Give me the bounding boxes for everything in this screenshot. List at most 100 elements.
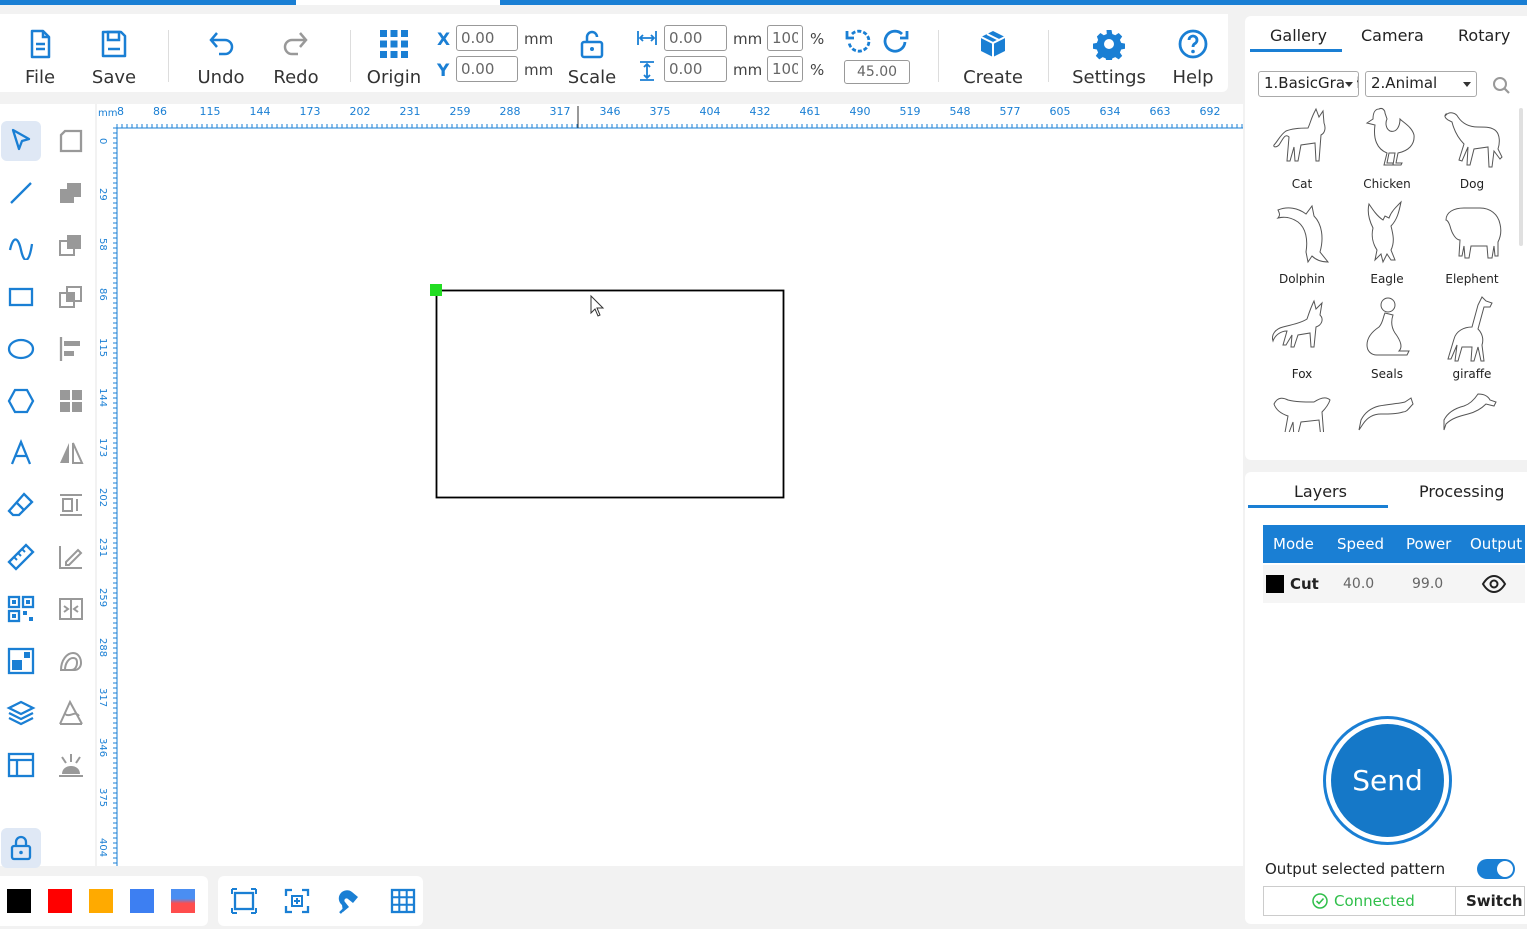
- switch-button[interactable]: Switch: [1466, 892, 1523, 910]
- path-tool[interactable]: [51, 693, 91, 733]
- layers-tool[interactable]: [1, 693, 41, 733]
- layer-color-box[interactable]: [1266, 575, 1284, 593]
- subtract-tool[interactable]: [51, 225, 91, 265]
- tab-camera[interactable]: Camera: [1361, 26, 1424, 45]
- rectangle-tool[interactable]: [1, 277, 41, 317]
- x-position-input[interactable]: [456, 25, 518, 51]
- laser-tool[interactable]: [51, 745, 91, 785]
- align-left-tool[interactable]: [51, 329, 91, 369]
- intersect-tool[interactable]: [51, 277, 91, 317]
- ellipse-tool[interactable]: [1, 329, 41, 369]
- color-swatch-red[interactable]: [48, 889, 72, 913]
- file-button[interactable]: File: [14, 14, 66, 92]
- ruler-tick-label: 86: [97, 288, 108, 301]
- measure-tool[interactable]: [1, 537, 41, 577]
- horse-running-silhouette-icon: [1443, 393, 1497, 431]
- category-select[interactable]: 1.BasicGraphic: [1258, 71, 1359, 97]
- gallery-item-chicken[interactable]: Chicken: [1347, 105, 1427, 197]
- grid-toggle-icon[interactable]: [389, 887, 417, 915]
- width-input[interactable]: [664, 25, 727, 51]
- ruler-tick-label: 288: [97, 638, 108, 657]
- height-percent-input[interactable]: [767, 56, 803, 82]
- subcategory-select[interactable]: 2.Animal: [1365, 71, 1477, 97]
- mirror-tool[interactable]: [51, 433, 91, 473]
- color-swatch-black[interactable]: [7, 889, 31, 913]
- create-button[interactable]: Create: [962, 14, 1024, 92]
- undo-label: Undo: [197, 67, 245, 88]
- color-swatch-gradient[interactable]: [171, 889, 195, 913]
- gallery-item-horse-3[interactable]: [1432, 390, 1512, 432]
- origin-button[interactable]: Origin: [366, 14, 422, 92]
- ruler-tick-label: 259: [450, 105, 471, 118]
- fit-page-icon[interactable]: [230, 887, 258, 915]
- gallery-item-elephent[interactable]: Elephent: [1432, 200, 1512, 292]
- magnet-snap-icon[interactable]: [336, 887, 364, 915]
- image-tool[interactable]: [1, 641, 41, 681]
- node-edit-tool[interactable]: [51, 121, 91, 161]
- y-position-input[interactable]: [456, 56, 518, 82]
- gallery-item-giraffe[interactable]: giraffe: [1432, 295, 1512, 387]
- giraffe-silhouette-icon: [1447, 296, 1493, 362]
- tab-layers[interactable]: Layers: [1294, 482, 1347, 501]
- save-button[interactable]: Save: [88, 14, 140, 92]
- layers-stack-icon: [6, 700, 36, 726]
- line-tool[interactable]: [1, 173, 41, 213]
- drawn-rectangle[interactable]: [435, 289, 785, 499]
- select-tool[interactable]: [1, 121, 41, 161]
- center-align-tool[interactable]: [51, 589, 91, 629]
- origin-label: Origin: [366, 67, 422, 88]
- gallery-item-dog[interactable]: Dog: [1432, 105, 1512, 197]
- text-tool[interactable]: [1, 433, 41, 473]
- offset-tool[interactable]: [51, 641, 91, 681]
- fit-selection-icon[interactable]: [283, 887, 311, 915]
- gallery-item-cat[interactable]: Cat: [1262, 105, 1342, 197]
- origin-grid-icon: [380, 30, 408, 58]
- redo-button[interactable]: Redo: [270, 14, 322, 92]
- ruler-tick-label: 634: [1100, 105, 1121, 118]
- qrcode-tool[interactable]: [1, 589, 41, 629]
- gallery-item-horse-2[interactable]: [1347, 390, 1427, 432]
- send-button[interactable]: Send: [1323, 716, 1452, 845]
- rotate-cw-icon[interactable]: [882, 28, 910, 56]
- gallery-item-dolphin[interactable]: Dolphin: [1262, 200, 1342, 292]
- scale-lock-button[interactable]: Scale: [566, 14, 618, 92]
- gallery-item-fox[interactable]: Fox: [1262, 295, 1342, 387]
- gallery-scrollbar[interactable]: [1519, 108, 1523, 246]
- height-input[interactable]: [664, 56, 727, 82]
- gallery-item-horse-1[interactable]: [1262, 390, 1342, 432]
- tab-gallery[interactable]: Gallery: [1270, 26, 1327, 45]
- search-icon[interactable]: [1492, 76, 1511, 95]
- width-percent-input[interactable]: [767, 25, 803, 51]
- gallery-item-eagle[interactable]: Eagle: [1347, 200, 1427, 292]
- undo-button[interactable]: Undo: [195, 14, 247, 92]
- tab-processing[interactable]: Processing: [1419, 482, 1504, 501]
- gallery-item-seals[interactable]: Seals: [1347, 295, 1427, 387]
- curve-tool[interactable]: [1, 225, 41, 265]
- distribute-tool[interactable]: [51, 485, 91, 525]
- ruler-tick-label: 548: [950, 105, 971, 118]
- rotation-angle-input[interactable]: [844, 60, 910, 84]
- ruler-tick-label: 202: [350, 105, 371, 118]
- subtract-icon: [59, 235, 81, 256]
- color-swatch-orange[interactable]: [89, 889, 113, 913]
- settings-button[interactable]: Settings: [1072, 14, 1146, 92]
- draw-edit-tool[interactable]: [51, 537, 91, 577]
- tab-rotary[interactable]: Rotary: [1458, 26, 1510, 45]
- ruler-tick-label: 404: [97, 838, 108, 857]
- array-tool[interactable]: [51, 381, 91, 421]
- help-button[interactable]: Help: [1168, 14, 1218, 92]
- table-row[interactable]: Cut 40.0 99.0: [1263, 565, 1525, 603]
- polygon-tool[interactable]: [1, 381, 41, 421]
- color-swatch-blue[interactable]: [130, 889, 154, 913]
- union-tool[interactable]: [51, 173, 91, 213]
- lock-tool[interactable]: [1, 828, 41, 868]
- eraser-tool[interactable]: [1, 485, 41, 525]
- canvas-surface[interactable]: 8 86 115 144 173 202 231 259 288 317 346 375 404 432 4…: [97, 104, 1243, 866]
- rotate-ccw-icon[interactable]: [844, 28, 872, 56]
- layout-tool[interactable]: [1, 745, 41, 785]
- work-canvas[interactable]: 8 86 115 144 173 202 231 259 288 317 346 375 404 432 4…: [97, 104, 1243, 866]
- gallery-item-label: Elephent: [1445, 272, 1499, 286]
- origin-marker[interactable]: [430, 284, 442, 296]
- eye-icon[interactable]: [1481, 574, 1507, 594]
- output-selected-toggle[interactable]: [1477, 859, 1515, 879]
